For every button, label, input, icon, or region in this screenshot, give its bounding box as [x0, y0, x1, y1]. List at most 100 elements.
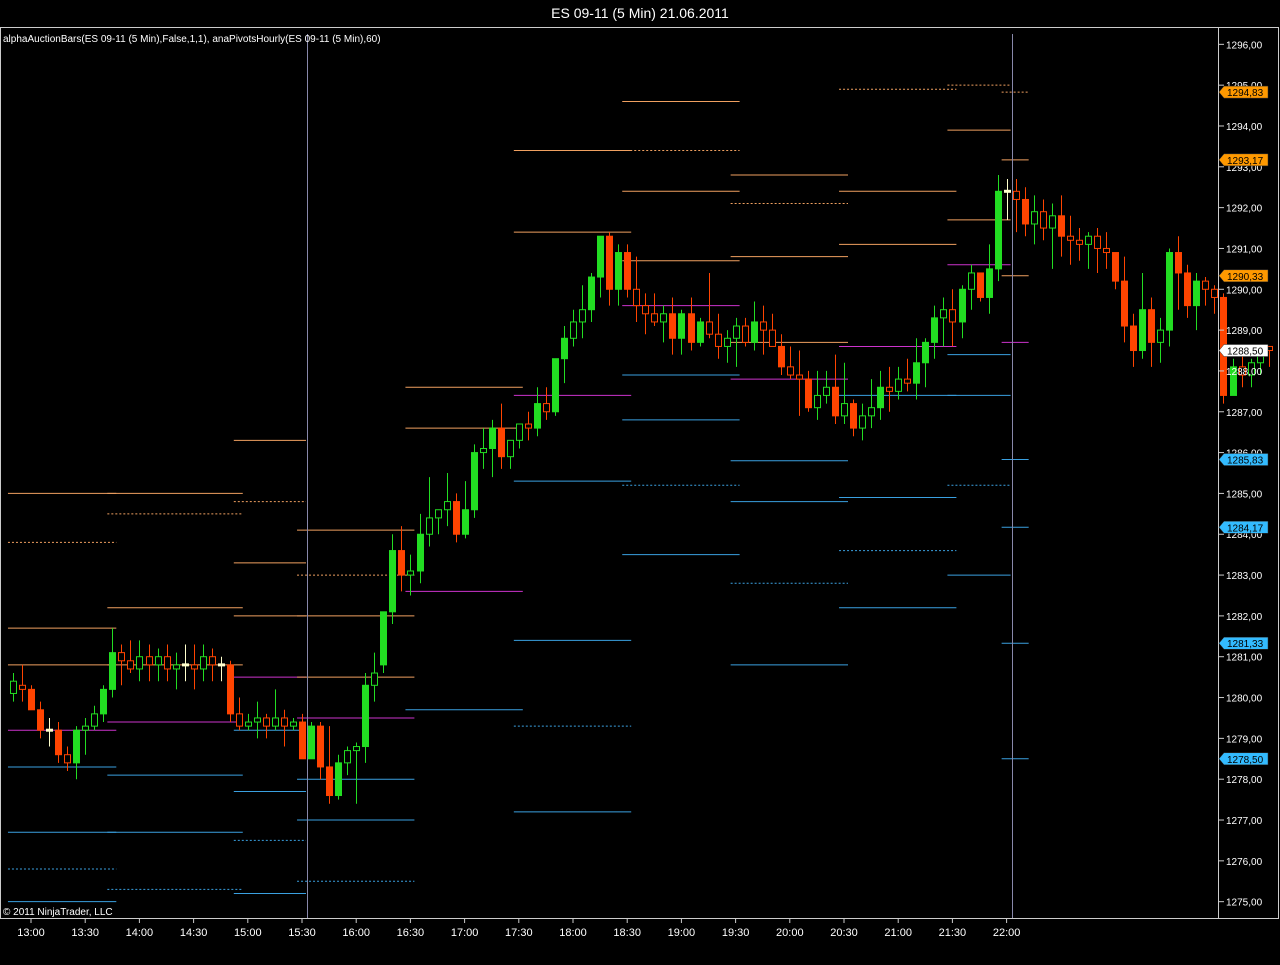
- price-tick-label: 1278,00: [1226, 775, 1263, 786]
- candle-body: [724, 337, 731, 347]
- session-lines-layer: [307, 34, 1013, 918]
- price-marker-label: 1281,33: [1227, 639, 1264, 650]
- candle-body: [173, 664, 180, 670]
- price-tick-label: 1277,00: [1226, 816, 1263, 827]
- candle-body: [136, 656, 143, 670]
- candle-body: [28, 688, 35, 711]
- candle-body: [778, 345, 785, 368]
- candle-body: [155, 656, 162, 666]
- candle-body: [1022, 198, 1029, 225]
- candle-body: [850, 403, 857, 429]
- price-tick-label: 1281,00: [1226, 653, 1263, 664]
- price-tick-label: 1290,00: [1226, 285, 1263, 296]
- candle-body: [73, 729, 80, 764]
- time-axis[interactable]: 13:00 13:30 14:00 14:30 15:00 15:30 16:00 16:30…: [17, 918, 1020, 939]
- candle-body: [109, 652, 116, 690]
- candle-body: [769, 329, 776, 347]
- candle-body: [55, 729, 62, 756]
- candle-body: [1112, 252, 1119, 282]
- candle-body: [281, 717, 288, 727]
- candle-body: [606, 235, 613, 290]
- candle-body: [19, 684, 26, 690]
- candle-body: [200, 656, 207, 670]
- candle-body: [1031, 211, 1038, 225]
- candle-body: [290, 721, 297, 727]
- candle-body: [91, 713, 98, 727]
- candle-body: [1130, 325, 1137, 352]
- candle-body: [859, 415, 866, 429]
- candle-body: [426, 517, 433, 535]
- candle-body: [895, 378, 902, 392]
- candle-body: [986, 268, 993, 298]
- candle-body: [118, 652, 125, 662]
- price-tick-label: 1288,00: [1226, 367, 1263, 378]
- time-tick-label: 15:00: [234, 927, 262, 939]
- candle-body: [407, 570, 414, 576]
- candle-body: [1103, 247, 1110, 254]
- price-marker-label: 1294,83: [1227, 88, 1264, 99]
- candle-body: [218, 663, 225, 667]
- candle-body: [931, 317, 938, 343]
- candle-body: [489, 427, 496, 450]
- candle-body: [127, 660, 134, 670]
- price-tick-label: 1282,00: [1226, 612, 1263, 623]
- candle-body: [913, 362, 920, 384]
- time-tick-label: 19:30: [722, 927, 750, 939]
- candle-body: [498, 427, 505, 458]
- candle-body: [1076, 239, 1083, 245]
- candle-body: [968, 272, 975, 290]
- candle-body: [633, 288, 640, 307]
- candle-body: [615, 252, 622, 290]
- candle-body: [597, 235, 604, 278]
- candle-body: [940, 309, 947, 319]
- candle-body: [344, 750, 351, 764]
- candle-body: [823, 386, 830, 396]
- price-tick-label: 1287,00: [1226, 408, 1263, 419]
- candle-body: [236, 713, 243, 727]
- price-marker-label: 1284,17: [1227, 523, 1264, 534]
- price-marker-label: 1290,33: [1227, 272, 1264, 283]
- time-tick-label: 16:30: [397, 927, 425, 939]
- candle-body: [480, 448, 487, 454]
- candle-body: [82, 725, 89, 731]
- candle-body: [507, 439, 514, 458]
- candle-body: [1058, 215, 1065, 237]
- candle-body: [1013, 190, 1020, 200]
- candle-body: [398, 550, 405, 576]
- price-tick-label: 1276,00: [1226, 857, 1263, 868]
- candle-body: [37, 709, 44, 731]
- price-markers-layer: 1294,83 1293,17 1290,33 1288,50 1285,83 1284,…: [1218, 85, 1269, 766]
- candle-body: [570, 321, 577, 339]
- candle-body: [977, 272, 984, 298]
- candle-body: [335, 762, 342, 797]
- candle-body: [380, 611, 387, 666]
- candle-body: [462, 509, 469, 535]
- pivot-levels-layer: [7, 84, 1029, 903]
- candle-body: [1004, 189, 1011, 193]
- time-tick-label: 15:30: [288, 927, 316, 939]
- indicator-label: alphaAuctionBars(ES 09-11 (5 Min),False,…: [3, 34, 381, 45]
- candle-body: [651, 313, 658, 323]
- price-tick-label: 1283,00: [1226, 571, 1263, 582]
- price-tick-label: 1275,00: [1226, 898, 1263, 909]
- candle-body: [1139, 309, 1146, 352]
- candle-body: [715, 333, 722, 347]
- candle-body: [164, 656, 171, 670]
- candle-body: [272, 717, 279, 727]
- candle-body: [308, 725, 315, 760]
- candle-body: [1085, 235, 1092, 245]
- candle-body: [444, 501, 451, 511]
- candle-body: [669, 313, 676, 339]
- candle-body: [1193, 280, 1200, 307]
- candle-body: [1148, 309, 1155, 343]
- candle-body: [353, 746, 360, 752]
- candle-body: [697, 321, 704, 343]
- candle-body: [389, 550, 396, 613]
- price-axis[interactable]: 1275,00 1276,00 1277,00 1278,00 1279,00 1280,…: [1218, 40, 1263, 909]
- price-marker-label: 1288,50: [1227, 347, 1264, 358]
- copyright-label: © 2011 NinjaTrader, LLC: [3, 907, 113, 918]
- price-marker-label: 1293,17: [1227, 156, 1264, 167]
- candle-body: [299, 721, 306, 760]
- candle-body: [371, 672, 378, 686]
- chart-canvas[interactable]: 1275,00 1276,00 1277,00 1278,00 1279,00 1280,…: [0, 0, 1280, 965]
